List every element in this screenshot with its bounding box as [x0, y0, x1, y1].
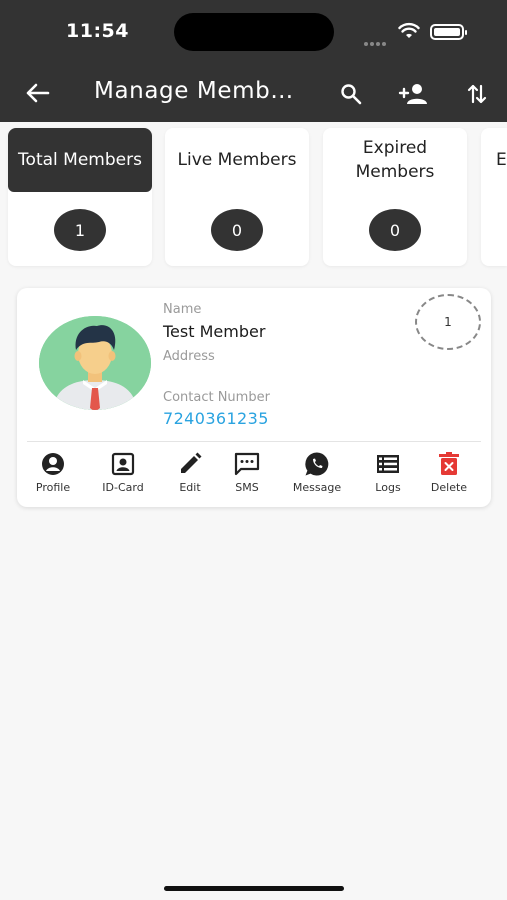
- app-header: 11:54 Manage Members: [0, 0, 507, 122]
- stat-count: 1: [54, 209, 106, 251]
- action-label: Delete: [430, 481, 468, 494]
- stat-count: 0: [211, 209, 263, 251]
- days-ring-value: 1: [444, 315, 452, 329]
- stat-label: Total Members: [8, 128, 152, 192]
- member-actions: Profile ID-Card Edit SMS Message Logs De…: [17, 451, 491, 495]
- back-arrow-icon[interactable]: [22, 78, 52, 108]
- signal-icon: [364, 31, 390, 46]
- sort-button[interactable]: [461, 78, 493, 110]
- page-title: Manage Members: [94, 78, 294, 104]
- action-label: Logs: [375, 481, 401, 494]
- profile-button[interactable]: Profile: [18, 451, 88, 494]
- message-button[interactable]: Message: [282, 451, 352, 494]
- edit-icon: [181, 452, 202, 473]
- battery-icon: [430, 24, 467, 40]
- action-label: Profile: [35, 481, 71, 494]
- stat-label: Expired Members: [355, 138, 435, 182]
- sms-button[interactable]: SMS: [212, 451, 282, 494]
- whatsapp-icon: [305, 452, 329, 476]
- wifi-icon: [398, 22, 420, 38]
- sms-icon: [234, 452, 260, 476]
- add-person-icon: [398, 84, 427, 104]
- logs-icon: [377, 455, 399, 473]
- dynamic-island: [174, 13, 334, 51]
- id-card-icon: [111, 452, 135, 476]
- logs-button[interactable]: Logs: [353, 451, 423, 494]
- person-avatar-icon: [39, 316, 151, 410]
- name-label: Name: [163, 302, 202, 317]
- home-indicator: [164, 886, 344, 891]
- avatar: [39, 316, 151, 410]
- action-label: SMS: [235, 481, 259, 494]
- divider: [27, 441, 481, 442]
- action-label: Message: [292, 481, 342, 494]
- sort-icon: [467, 84, 487, 104]
- search-icon: [341, 84, 362, 105]
- id-card-button[interactable]: ID-Card: [88, 451, 158, 494]
- stat-count: 0: [369, 209, 421, 251]
- member-name: Test Member: [163, 322, 266, 341]
- delete-button[interactable]: Delete: [414, 451, 484, 494]
- stat-label: Live Members: [177, 150, 297, 170]
- contact-number[interactable]: 7240361235: [163, 409, 269, 428]
- member-card[interactable]: Name Test Member Address Contact Number …: [17, 288, 491, 507]
- profile-icon: [42, 453, 64, 475]
- add-member-button[interactable]: [398, 78, 430, 110]
- action-label: Edit: [179, 481, 201, 494]
- stat-card-live[interactable]: Live Members 0: [165, 128, 309, 266]
- search-button[interactable]: [335, 78, 367, 110]
- action-label: ID-Card: [102, 481, 144, 494]
- stat-card-expired[interactable]: Expired Members 0: [323, 128, 467, 266]
- delete-icon: [439, 452, 459, 475]
- contact-label: Contact Number: [163, 390, 270, 405]
- status-time: 11:54: [66, 20, 129, 42]
- stat-label: E: [496, 150, 507, 170]
- stat-card-total[interactable]: Total Members 1: [8, 128, 152, 266]
- address-label: Address: [163, 349, 215, 364]
- stat-card-partial[interactable]: E: [481, 128, 507, 266]
